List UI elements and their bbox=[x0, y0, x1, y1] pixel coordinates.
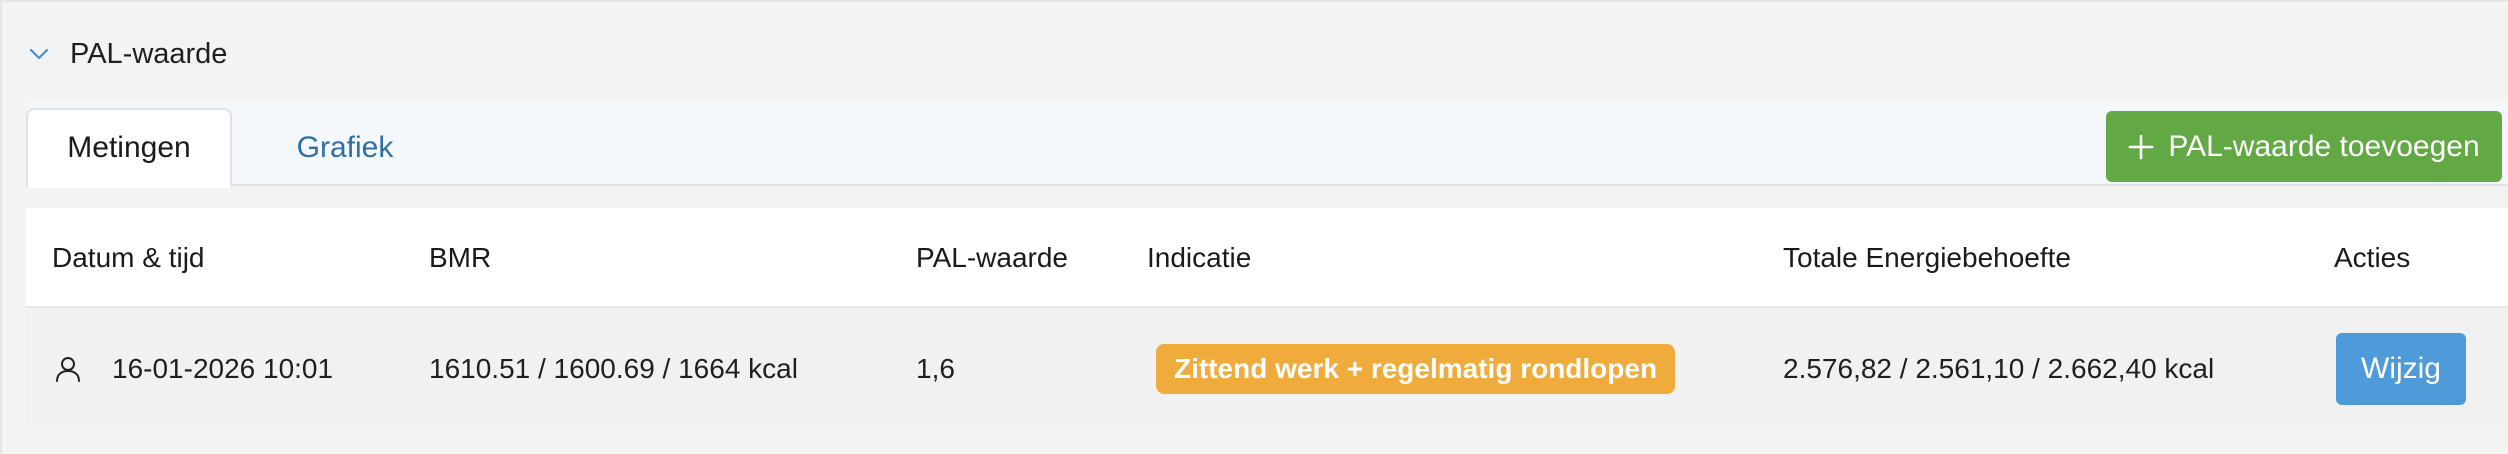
column-header-bmr: BMR bbox=[429, 242, 492, 273]
tab-metingen[interactable]: Metingen bbox=[26, 108, 232, 188]
section-header[interactable]: PAL-waarde bbox=[28, 32, 227, 76]
table-header: Datum & tijd BMR PAL-waarde Indicatie To… bbox=[26, 208, 2508, 308]
column-header-energie: Totale Energiebehoefte bbox=[1783, 242, 2071, 273]
indicatie-cell: Zittend werk + regelmatig rondlopen bbox=[1156, 308, 1676, 430]
column-header-acties: Acties bbox=[2334, 242, 2411, 273]
table-row: 16-01-2026 10:01 1610.51 / 1600.69 / 166… bbox=[26, 308, 2508, 430]
edit-button[interactable]: Wijzig bbox=[2336, 333, 2466, 405]
pal-cell: 1,6 bbox=[916, 353, 955, 384]
column-header-pal: PAL-waarde bbox=[916, 242, 1069, 273]
tab-grafiek[interactable]: Grafiek bbox=[270, 108, 420, 188]
plus-icon bbox=[2129, 134, 2154, 159]
column-header-datum: Datum & tijd bbox=[52, 242, 205, 273]
section-title: PAL-waarde bbox=[70, 37, 228, 70]
user-icon bbox=[56, 357, 80, 382]
energie-cell: 2.576,82 / 2.561,10 / 2.662,40 kcal bbox=[1783, 353, 2215, 384]
measurements-table: Datum & tijd BMR PAL-waarde Indicatie To… bbox=[26, 208, 2508, 430]
pal-waarde-panel: PAL-waarde Metingen Grafiek PAL-waarde t… bbox=[0, 0, 2508, 454]
add-button-label: PAL-waarde toevoegen bbox=[2168, 129, 2480, 163]
datetime-cell: 16-01-2026 10:01 bbox=[54, 308, 333, 430]
bmr-cell: 1610.51 / 1600.69 / 1664 kcal bbox=[429, 353, 798, 384]
column-header-indicatie: Indicatie bbox=[1147, 242, 1252, 273]
actions-cell: Wijzig bbox=[2336, 308, 2466, 430]
datetime-value: 16-01-2026 10:01 bbox=[112, 353, 334, 384]
chevron-down-icon[interactable] bbox=[28, 43, 50, 65]
indicatie-badge: Zittend werk + regelmatig rondlopen bbox=[1156, 344, 1676, 394]
add-pal-waarde-button[interactable]: PAL-waarde toevoegen bbox=[2106, 111, 2502, 182]
